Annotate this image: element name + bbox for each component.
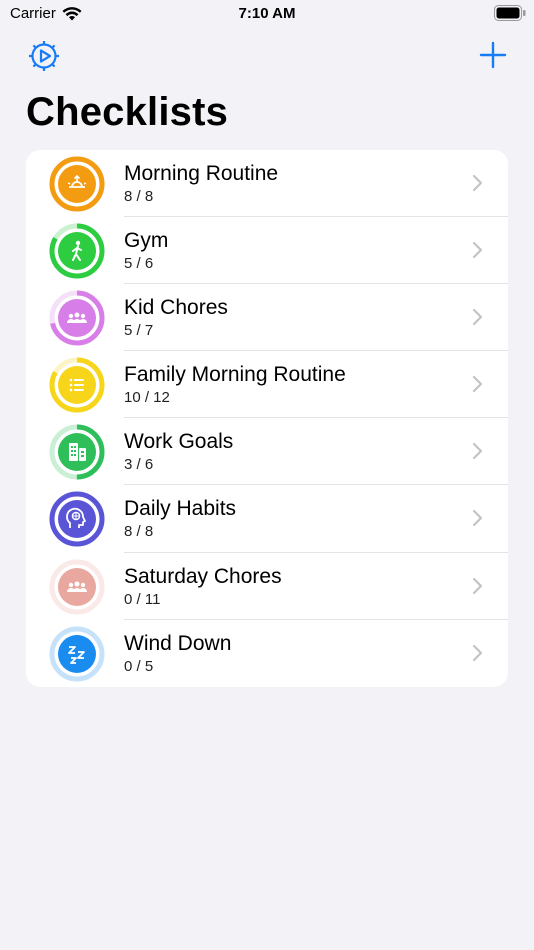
progress-ring	[49, 491, 105, 547]
checklist-progress: 3 / 6	[124, 456, 154, 474]
checklist-row[interactable]: Gym 5 / 6	[26, 217, 508, 285]
checklist-progress: 5 / 7	[124, 322, 154, 340]
progress-ring	[49, 559, 105, 615]
chevron-right-icon	[472, 443, 483, 460]
checklist-progress: 5 / 6	[124, 255, 154, 273]
checklist-row[interactable]: Wind Down 0 / 5	[26, 620, 508, 687]
checklist-name: Saturday Chores	[124, 564, 282, 588]
chevron-right-icon	[472, 241, 483, 259]
gear-clock-icon	[29, 41, 59, 71]
checklist-progress: 0 / 11	[124, 590, 161, 608]
checklist-progress: 8 / 8	[124, 188, 154, 205]
progress-ring	[49, 223, 105, 279]
checklist-progress: 10 / 12	[124, 389, 170, 407]
progress-ring	[49, 626, 105, 682]
plus-icon	[479, 41, 507, 69]
chevron-right-icon	[472, 376, 483, 393]
checklist-row[interactable]: Work Goals 3 / 6	[26, 418, 508, 486]
chevron-right-icon	[472, 174, 483, 192]
progress-ring	[49, 156, 105, 212]
chevron-right-icon	[472, 510, 483, 527]
chevron-right-icon	[472, 309, 483, 326]
settings-button[interactable]	[26, 38, 62, 74]
progress-ring	[49, 424, 105, 480]
checklist-progress: 8 / 8	[124, 523, 154, 541]
checklist-name: Wind Down	[124, 631, 232, 655]
chevron-right-icon	[472, 644, 483, 661]
status-bar: Carrier 7:10 AM	[0, 0, 534, 28]
list-icon	[69, 378, 84, 392]
page-title: Checklists	[26, 90, 229, 134]
battery-icon	[494, 5, 526, 21]
checklist-progress: 0 / 5	[124, 657, 154, 675]
checklist-row[interactable]: Saturday Chores 0 / 11	[26, 553, 508, 620]
checklist-name: Gym	[124, 229, 169, 253]
checklist-name: Work Goals	[124, 430, 234, 454]
add-checklist-button[interactable]	[478, 40, 508, 70]
progress-ring	[49, 290, 105, 346]
checklist-name: Morning Routine	[124, 162, 279, 185]
checklist-row[interactable]: Morning Routine 8 / 8	[26, 150, 508, 218]
checklist-name: Family Morning Routine	[124, 363, 346, 387]
checklist-row[interactable]: Kid Chores 5 / 7	[26, 284, 508, 352]
checklists-list: Morning Routine 8 / 8 Gym 5 / 6 Kid Chor…	[26, 150, 508, 687]
navigation-bar	[0, 30, 534, 80]
checklist-name: Daily Habits	[124, 497, 237, 521]
checklist-row[interactable]: Family Morning Routine 10 / 12	[26, 351, 508, 419]
status-time: 7:10 AM	[238, 5, 296, 22]
chevron-right-icon	[472, 577, 483, 594]
checklist-row[interactable]: Daily Habits 8 / 8	[26, 485, 508, 553]
progress-ring	[49, 357, 105, 413]
checklist-name: Kid Chores	[124, 296, 228, 320]
